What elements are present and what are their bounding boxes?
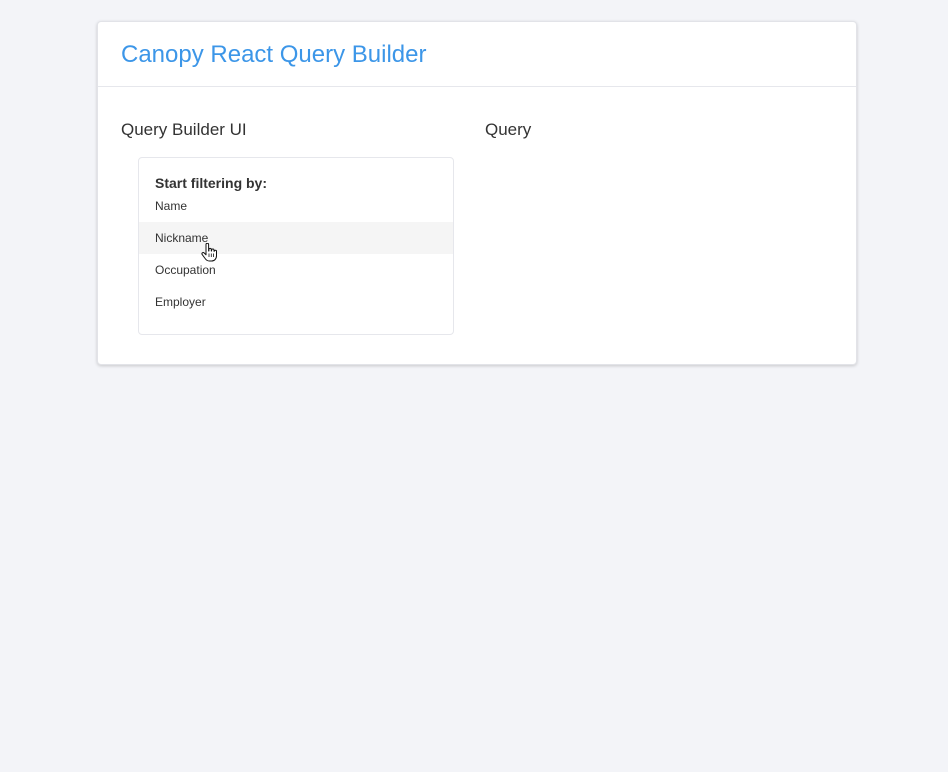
- filter-option-employer[interactable]: Employer: [139, 286, 453, 318]
- filter-option-occupation[interactable]: Occupation: [139, 254, 453, 286]
- query-builder-ui-title: Query Builder UI: [121, 120, 247, 139]
- card-header: Canopy React Query Builder: [98, 22, 856, 87]
- hand-pointer-cursor-icon: [201, 243, 217, 262]
- filter-menu-list: Name Nickname Occupation Employer: [139, 190, 453, 318]
- query-title: Query: [485, 120, 532, 139]
- app-title: Canopy React Query Builder: [121, 41, 427, 68]
- filter-menu-heading: Start filtering by:: [155, 175, 268, 191]
- filter-option-nickname[interactable]: Nickname: [139, 222, 453, 254]
- filter-option-name[interactable]: Name: [139, 190, 453, 222]
- filter-menu: Start filtering by: Name Nickname Occupa…: [138, 157, 454, 335]
- main-card: Canopy React Query Builder Query Builder…: [97, 21, 857, 365]
